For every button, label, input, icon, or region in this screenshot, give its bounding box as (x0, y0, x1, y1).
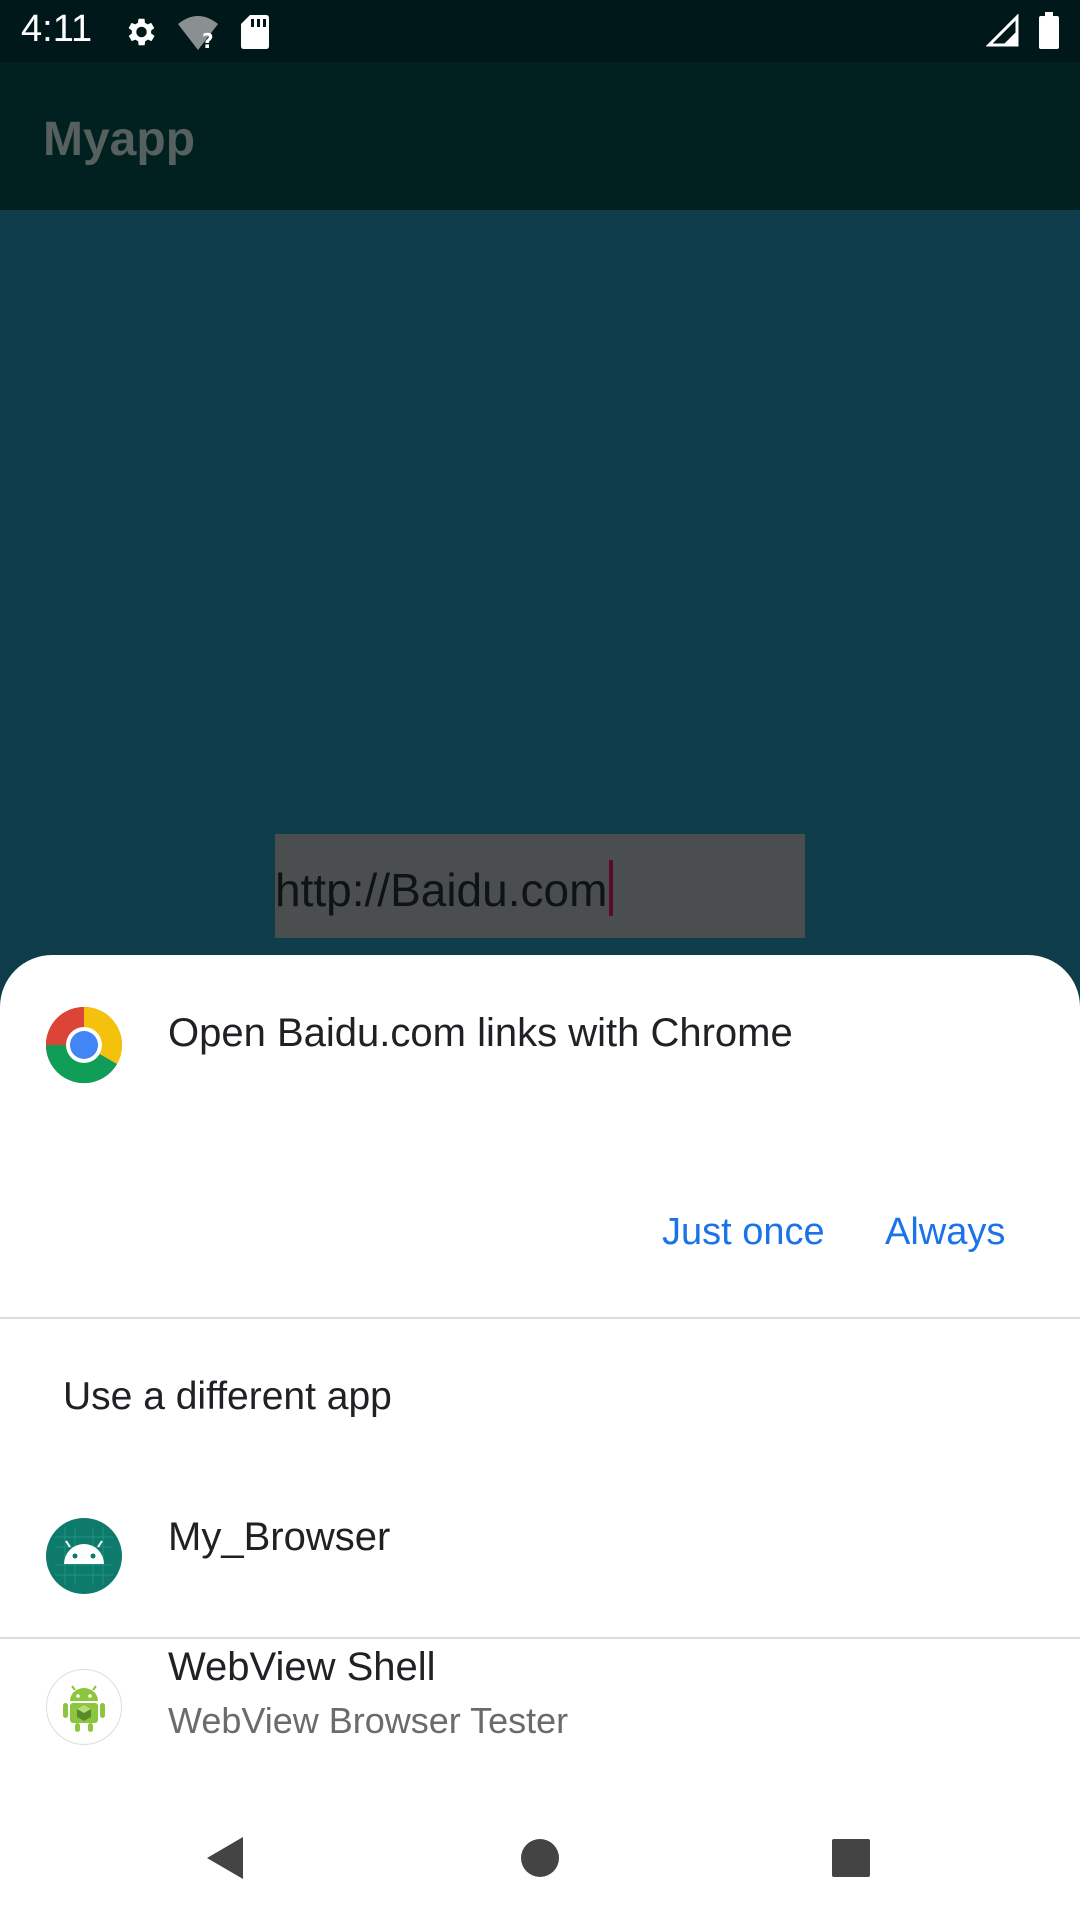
always-button[interactable]: Always (885, 1211, 1005, 1254)
app-name: WebView Shell (168, 1645, 436, 1689)
url-input[interactable]: http://Baidu.com (275, 834, 805, 938)
webview-shell-icon (46, 1669, 122, 1745)
just-once-button[interactable]: Just once (662, 1211, 825, 1254)
svg-text:?: ? (202, 29, 214, 52)
divider (0, 1317, 1080, 1319)
settings-gear-icon (128, 18, 155, 46)
android-app-icon (46, 1518, 122, 1594)
open-with-sheet: Open Baidu.com links with Chrome Just on… (0, 955, 1080, 1920)
battery-icon (1039, 12, 1059, 49)
chrome-icon (45, 1006, 123, 1084)
app-row-my-browser[interactable]: My_Browser (0, 1495, 1080, 1595)
sheet-title: Open Baidu.com links with Chrome (168, 1011, 793, 1055)
screen: 4:11 ? Myapp http://Baidu.com Open Baidu… (0, 0, 1080, 1920)
nav-bar (0, 1800, 1080, 1920)
status-time: 4:11 (21, 8, 93, 50)
url-input-text-wrap: http://Baidu.com (275, 860, 614, 917)
app-row-webview-shell[interactable]: WebView Shell WebView Browser Tester (0, 1645, 1080, 1755)
status-bar: 4:11 ? (0, 0, 1080, 62)
app-bar: Myapp (0, 62, 1080, 210)
divider (0, 1637, 1080, 1639)
app-title: Myapp (43, 113, 196, 166)
cell-signal-icon (986, 14, 1019, 47)
app-name: My_Browser (168, 1515, 391, 1559)
app-subtitle: WebView Browser Tester (168, 1700, 569, 1741)
back-triangle-icon[interactable] (205, 1835, 245, 1881)
alt-apps-heading: Use a different app (63, 1375, 392, 1418)
wifi-unknown-icon: ? (178, 16, 218, 52)
home-circle-icon[interactable] (520, 1838, 560, 1878)
url-input-value: http://Baidu.com (275, 864, 608, 916)
recents-square-icon[interactable] (831, 1838, 871, 1878)
sd-card-icon (241, 15, 269, 49)
text-cursor (609, 860, 614, 916)
